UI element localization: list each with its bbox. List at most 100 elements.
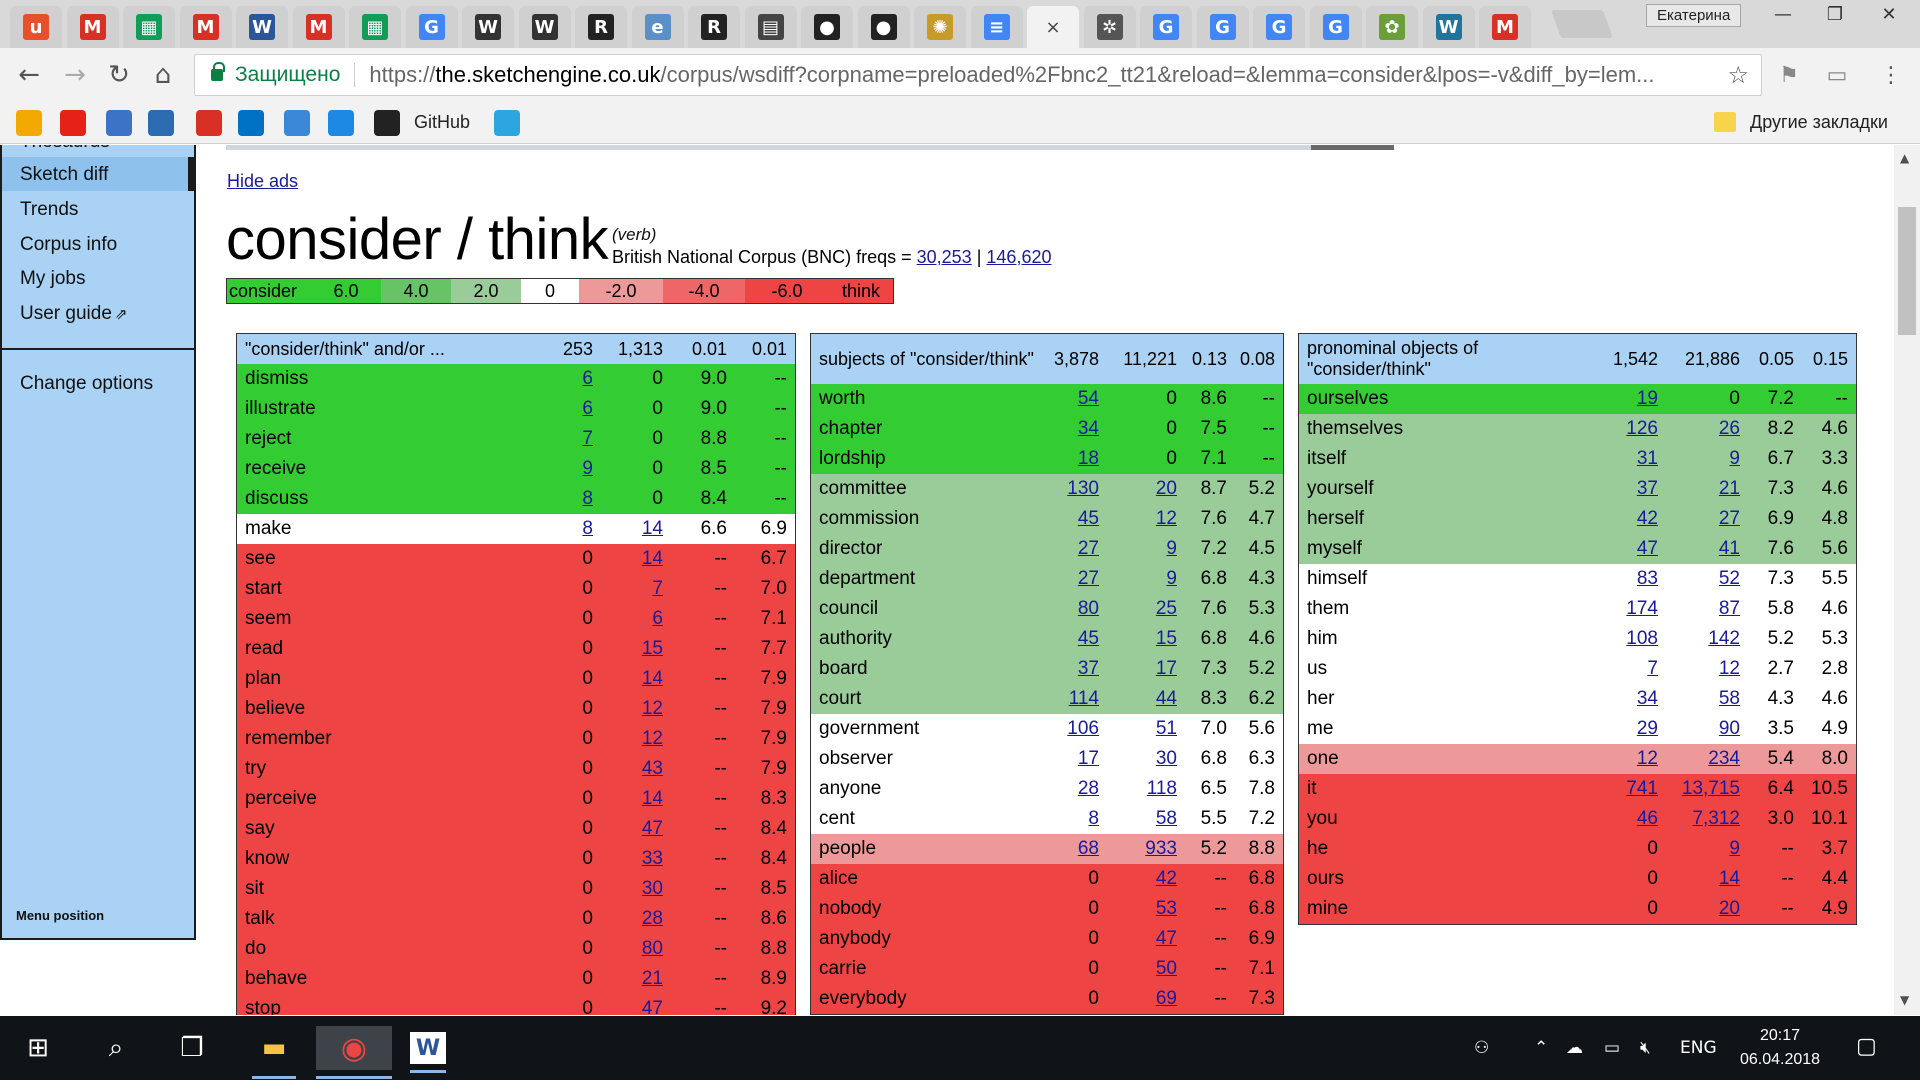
browser-tab[interactable]: × (1027, 6, 1079, 48)
github-icon[interactable] (374, 110, 400, 136)
frequency-cell[interactable]: 20 (1658, 898, 1740, 920)
frequency-cell[interactable]: 21 (1658, 478, 1740, 500)
browser-tab[interactable]: ✲ (1083, 6, 1136, 48)
frequency-cell[interactable]: 27 (1041, 538, 1099, 560)
concordance-link[interactable]: 68 (1078, 838, 1099, 859)
close-icon[interactable]: × (1045, 17, 1060, 38)
bookmark-github-label[interactable]: GitHub (414, 112, 470, 133)
collocate-word[interactable]: try (245, 758, 535, 780)
concordance-link[interactable]: 20 (1719, 898, 1740, 919)
frequency-cell[interactable]: 9 (1658, 838, 1740, 860)
frequency-cell[interactable]: 27 (1041, 568, 1099, 590)
collocate-word[interactable]: government (819, 718, 1041, 740)
pdf-extension-icon[interactable]: ⚑ (1774, 60, 1804, 90)
frequency-cell[interactable]: 174 (1586, 598, 1658, 620)
frequency-cell[interactable]: 43 (593, 758, 663, 780)
browser-tab[interactable]: ▦ (349, 6, 401, 48)
concordance-link[interactable]: 45 (1078, 628, 1099, 649)
collocate-word[interactable]: authority (819, 628, 1041, 650)
frequency-cell[interactable]: 108 (1586, 628, 1658, 650)
frequency-cell[interactable]: 41 (1658, 538, 1740, 560)
collocate-word[interactable]: one (1307, 748, 1586, 770)
frequency-cell[interactable]: 18 (1041, 448, 1099, 470)
collocate-word[interactable]: board (819, 658, 1041, 680)
collocate-word[interactable]: behave (245, 968, 535, 990)
other-bookmarks[interactable]: Другие закладки (1750, 112, 1888, 133)
browser-tab[interactable]: G (1309, 6, 1362, 48)
frequency-cell[interactable]: 28 (1041, 778, 1099, 800)
frequency-cell[interactable]: 30 (1099, 748, 1177, 770)
concordance-link[interactable]: 6 (582, 398, 593, 419)
frequency-cell[interactable]: 9 (1099, 568, 1177, 590)
frequency-cell[interactable]: 19 (1586, 388, 1658, 410)
collocate-word[interactable]: them (1307, 598, 1586, 620)
concordance-link[interactable]: 30 (642, 878, 663, 899)
frequency-cell[interactable]: 30 (593, 878, 663, 900)
collocate-word[interactable]: anybody (819, 928, 1041, 950)
bookmark-star-icon[interactable]: ☆ (1727, 61, 1749, 89)
frequency-cell[interactable]: 9 (1099, 538, 1177, 560)
frequency-cell[interactable]: 14 (593, 668, 663, 690)
collocate-word[interactable]: illustrate (245, 398, 535, 420)
concordance-link[interactable]: 15 (1156, 628, 1177, 649)
concordance-link[interactable]: 15 (642, 638, 663, 659)
sidebar-item-corpus-info[interactable]: Corpus info (20, 234, 117, 256)
frequency-cell[interactable]: 6 (593, 608, 663, 630)
windows-start-icon[interactable]: ⊞ (16, 1026, 60, 1070)
collocate-word[interactable]: dismiss (245, 368, 535, 390)
concordance-link[interactable]: 114 (1069, 688, 1099, 709)
back-icon[interactable]: ← (12, 60, 46, 90)
concordance-link[interactable]: 58 (1156, 808, 1177, 829)
collocate-word[interactable]: carrie (819, 958, 1041, 980)
concordance-link[interactable]: 47 (1637, 538, 1658, 559)
concordance-link[interactable]: 44 (1156, 688, 1177, 709)
concordance-link[interactable]: 21 (642, 968, 663, 989)
browser-tab[interactable]: G (1140, 6, 1192, 48)
close-window-icon[interactable]: ✕ (1866, 2, 1912, 26)
concordance-link[interactable]: 130 (1067, 478, 1099, 499)
restore-icon[interactable]: ❐ (1812, 2, 1858, 26)
concordance-link[interactable]: 12 (1637, 748, 1658, 769)
browser-tab[interactable]: R (688, 6, 740, 48)
concordance-link[interactable]: 12 (1156, 508, 1177, 529)
browser-tab[interactable]: u (10, 6, 62, 48)
vertical-scrollbar[interactable]: ▲ ▼ (1894, 145, 1920, 1015)
new-tab-button[interactable] (1550, 10, 1614, 38)
concordance-link[interactable]: 7,312 (1692, 808, 1740, 829)
frequency-cell[interactable]: 25 (1099, 598, 1177, 620)
hide-ads-link[interactable]: Hide ads (227, 171, 298, 192)
browser-tab[interactable]: M (1479, 6, 1531, 48)
concordance-link[interactable]: 27 (1719, 508, 1740, 529)
frequency-cell[interactable]: 933 (1099, 838, 1177, 860)
concordance-link[interactable]: 21 (1719, 478, 1740, 499)
collocate-word[interactable]: court (819, 688, 1041, 710)
concordance-link[interactable]: 50 (1156, 958, 1177, 979)
frequency-cell[interactable]: 26 (1658, 418, 1740, 440)
concordance-link[interactable]: 142 (1708, 628, 1740, 649)
frequency-cell[interactable]: 14 (593, 788, 663, 810)
collocate-word[interactable]: yourself (1307, 478, 1586, 500)
change-options-link[interactable]: Change options (20, 373, 153, 395)
youtube-icon[interactable] (60, 110, 86, 136)
collocate-word[interactable]: remember (245, 728, 535, 750)
scrollbar-thumb[interactable] (1898, 207, 1916, 335)
frequency-cell[interactable]: 47 (593, 818, 663, 840)
collocate-word[interactable]: start (245, 578, 535, 600)
concordance-link[interactable]: 12 (642, 728, 663, 749)
frequency-cell[interactable]: 234 (1658, 748, 1740, 770)
volume-muted-icon[interactable]: 🔇︎ (1640, 1038, 1651, 1058)
concordance-link[interactable]: 43 (642, 758, 663, 779)
concordance-link[interactable]: 20 (1156, 478, 1177, 499)
concordance-link[interactable]: 9 (1729, 838, 1740, 859)
frequency-cell[interactable]: 34 (1041, 418, 1099, 440)
collocate-word[interactable]: her (1307, 688, 1586, 710)
profile-button[interactable]: Екатерина (1646, 4, 1742, 27)
collocate-word[interactable]: me (1307, 718, 1586, 740)
bookmark-at-icon[interactable] (16, 110, 42, 136)
frequency-cell[interactable]: 53 (1099, 898, 1177, 920)
concordance-link[interactable]: 83 (1637, 568, 1658, 589)
collocate-word[interactable]: worth (819, 388, 1041, 410)
frequency-cell[interactable]: 8 (535, 518, 593, 540)
table-title[interactable]: "consider/think" and/or ... (245, 339, 535, 360)
frequency-cell[interactable]: 54 (1041, 388, 1099, 410)
